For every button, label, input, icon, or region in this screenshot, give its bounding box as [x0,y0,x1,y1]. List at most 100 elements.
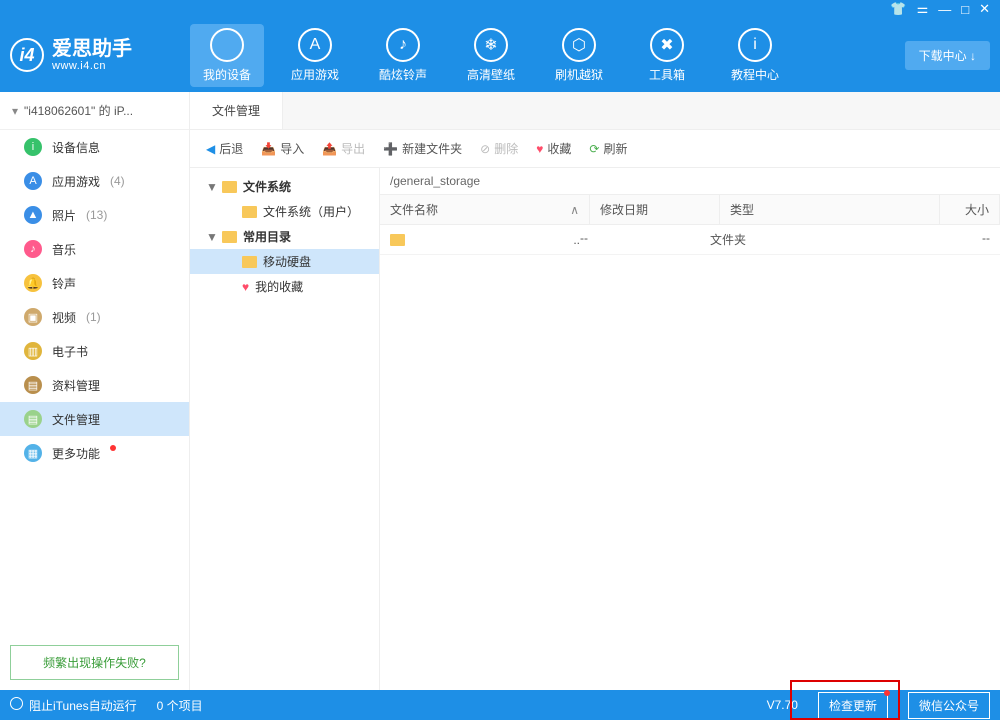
sidebar-icon: ▣ [24,308,42,326]
sidebar-count: (1) [86,310,101,324]
column-headers[interactable]: 文件名称 ∧ 修改日期 类型 大小 [380,195,1000,225]
sidebar-item-5[interactable]: ▣ 视频 (1) [0,300,189,334]
delete-button: ⊘删除 [480,140,518,157]
sidebar-icon: 🔔 [24,274,42,292]
maximize-icon[interactable]: □ [961,2,969,17]
sidebar-item-9[interactable]: ▦ 更多功能 [0,436,189,470]
nav-icon: A [298,28,332,62]
sidebar-label: 更多功能 [52,445,100,462]
tree-item-2[interactable]: ▼常用目录 [190,224,379,249]
tree-item-1[interactable]: 文件系统（用户） [190,199,379,224]
download-center-button[interactable]: 下载中心 ↓ [905,41,990,70]
col-date[interactable]: 修改日期 [590,195,720,224]
sidebar-item-3[interactable]: ♪音乐 [0,232,189,266]
sidebar-item-2[interactable]: ▲照片 (13) [0,198,189,232]
device-selector[interactable]: ▾ "i418062601" 的 iP... [0,92,189,130]
sidebar-item-0[interactable]: i设备信息 [0,130,189,164]
folder-icon [242,206,257,218]
minimize-icon[interactable]: — [938,2,951,17]
brand-name: 爱思助手 [52,38,132,60]
sidebar-item-1[interactable]: A应用游戏 (4) [0,164,189,198]
import-button[interactable]: 📥导入 [261,140,304,157]
col-size[interactable]: 大小 [940,195,1000,224]
favorite-button[interactable]: ♥收藏 [536,140,571,157]
tree-item-3[interactable]: 移动硬盘 [190,249,379,274]
notification-dot [110,445,116,451]
tab-file-manager[interactable]: 文件管理 [190,92,283,129]
device-label: "i418062601" 的 iP... [24,102,133,119]
folder-icon [390,234,405,246]
sidebar-label: 音乐 [52,241,76,258]
sidebar-item-6[interactable]: ▥ 电子书 [0,334,189,368]
nav-6[interactable]: i 教程中心 [718,24,792,87]
wechat-button[interactable]: 微信公众号 [908,692,990,719]
nav-3[interactable]: ❄高清壁纸 [454,24,528,87]
sidebar-label: 应用游戏 [52,173,100,190]
tree-label: 文件系统 [243,178,291,195]
brand-site: www.i4.cn [52,60,132,72]
export-button: 📤导出 [322,140,365,157]
file-date: -- [580,231,710,248]
back-button[interactable]: ◀后退 [206,140,243,157]
tree-item-0[interactable]: ▼ 文件系统 [190,174,379,199]
nav-label: 我的设备 [190,66,264,83]
nav-icon: ✖ [650,28,684,62]
nav-label: 应用游戏 [278,66,352,83]
sidebar-item-8[interactable]: ▤文件管理 [0,402,189,436]
sidebar-label: 电子书 [52,343,88,360]
sort-asc-icon[interactable]: ∧ [570,203,579,217]
sidebar-icon: ▦ [24,444,42,462]
block-itunes-toggle[interactable]: 阻止iTunes自动运行 [10,697,137,714]
sidebar-label: 资料管理 [52,377,100,394]
col-name[interactable]: 文件名称 [390,201,438,218]
nav-5[interactable]: ✖工具箱 [630,24,704,87]
nav-1[interactable]: A 应用游戏 [278,24,352,87]
nav-0[interactable]: 我的设备 [190,24,264,87]
nav-label: 刷机越狱 [542,66,616,83]
folder-icon [222,231,237,243]
sidebar-item-4[interactable]: 🔔铃声 [0,266,189,300]
help-faq-button[interactable]: 频繁出现操作失败? [10,645,179,680]
tree-label: 移动硬盘 [263,253,311,270]
tshirt-icon[interactable]: 👕 [890,1,906,17]
version-label: V7.70 [767,698,798,712]
twisty-icon: ▼ [206,180,216,194]
tab-bar: 文件管理 [190,92,1000,130]
sidebar-icon: ▲ [24,206,42,224]
sidebar-icon: ▥ [24,342,42,360]
tree-label: 文件系统（用户） [263,203,359,220]
sidebar-label: 照片 [52,207,76,224]
nav-icon: ♪ [386,28,420,62]
col-type[interactable]: 类型 [720,195,940,224]
nav-label: 教程中心 [718,66,792,83]
nav-4[interactable]: ⬡ 刷机越狱 [542,24,616,87]
logo-badge: i4 [10,38,44,72]
heart-icon: ♥ [242,280,249,294]
nav-2[interactable]: ♪ 酷炫铃声 [366,24,440,87]
nav-icon: ❄ [474,28,508,62]
sidebar-item-7[interactable]: ▤ 资料管理 [0,368,189,402]
tree-label: 我的收藏 [255,278,303,295]
sidebar-label: 视频 [52,309,76,326]
app-logo: i4 爱思助手 www.i4.cn [10,38,190,72]
close-icon[interactable]: ✕ [979,1,990,17]
nav-label: 酷炫铃声 [366,66,440,83]
sidebar-icon: i [24,138,42,156]
mini-icon[interactable]: ⚌ [917,1,929,17]
tree-item-4[interactable]: ♥ 我的收藏 [190,274,379,299]
sidebar-icon: A [24,172,42,190]
check-update-button[interactable]: 检查更新 [818,692,888,719]
twisty-icon: ▼ [206,230,216,244]
chevron-down-icon: ▾ [12,104,18,118]
file-size: -- [930,231,990,248]
sidebar-icon: ▤ [24,376,42,394]
nav-icon: i [738,28,772,62]
refresh-button[interactable]: ⟳刷新 [589,140,627,157]
folder-icon [242,256,257,268]
new-folder-button[interactable]: ➕新建文件夹 [383,140,462,157]
nav-icon: ⬡ [562,28,596,62]
file-row[interactable]: ..--文件夹-- [380,225,1000,255]
folder-icon [222,181,237,193]
item-count: 0 个项目 [157,697,203,714]
path-bar[interactable]: /general_storage [380,168,1000,195]
